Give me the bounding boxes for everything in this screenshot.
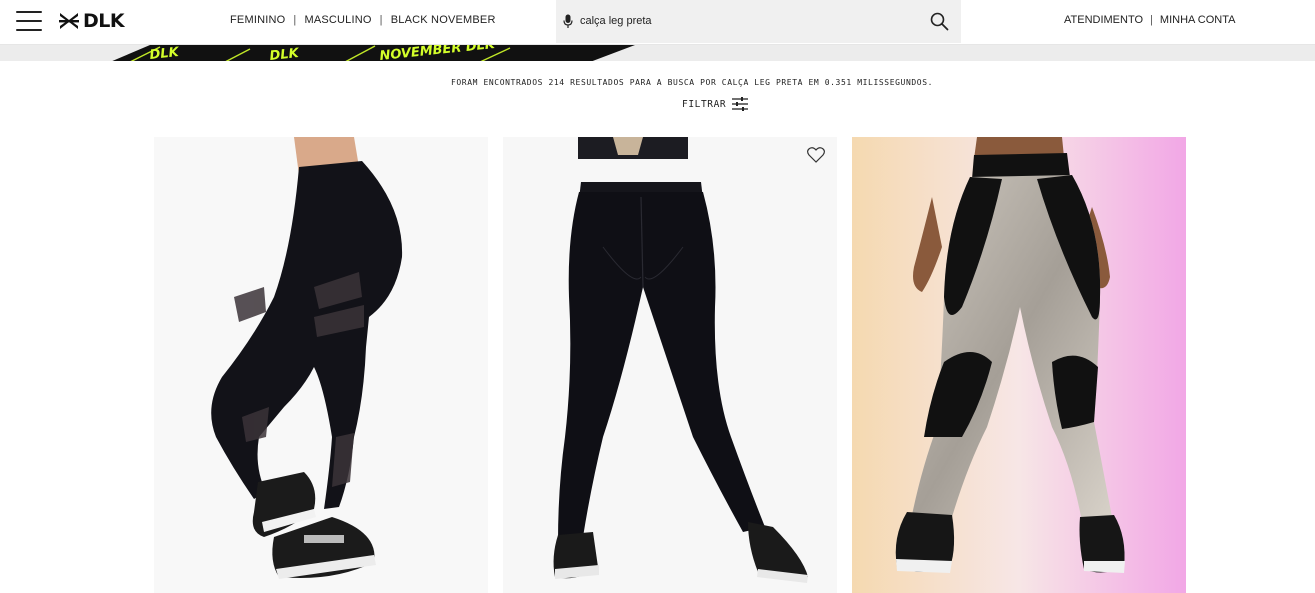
- main-nav: FEMININO | MASCULINO | BLACK NOVEMBER: [230, 14, 496, 26]
- banner-graphic: DLK DLK NOVEMBER DLK: [112, 45, 635, 61]
- product-card[interactable]: [503, 137, 837, 593]
- search-input[interactable]: [580, 12, 920, 30]
- hamburger-menu-icon[interactable]: [16, 11, 42, 33]
- search-bar: [556, 0, 961, 43]
- nav-separator: |: [293, 14, 297, 26]
- sliders-icon: [732, 97, 749, 111]
- account-nav: ATENDIMENTO | MINHA CONTA: [1064, 14, 1235, 26]
- product-card[interactable]: [154, 137, 488, 593]
- minha-conta-link[interactable]: MINHA CONTA: [1160, 14, 1236, 26]
- black-november-banner[interactable]: DLK DLK NOVEMBER DLK: [0, 44, 1315, 61]
- dlk-logo-mark-icon: [59, 13, 79, 29]
- nav-item-masculino[interactable]: MASCULINO: [304, 14, 371, 26]
- atendimento-link[interactable]: ATENDIMENTO: [1064, 14, 1143, 26]
- filter-label: FILTRAR: [682, 98, 727, 110]
- filter-button[interactable]: FILTRAR: [682, 97, 749, 111]
- heart-icon[interactable]: [807, 147, 825, 163]
- microphone-icon[interactable]: [563, 14, 573, 29]
- logo-text: DLK: [83, 9, 125, 32]
- svg-text:DLK: DLK: [269, 46, 300, 61]
- product-card[interactable]: [852, 137, 1186, 593]
- site-header: DLK FEMININO | MASCULINO | BLACK NOVEMBE…: [0, 0, 1315, 44]
- product-image: [154, 137, 488, 593]
- svg-text:DLK: DLK: [149, 45, 180, 61]
- nav-separator: |: [379, 14, 383, 26]
- nav-item-feminino[interactable]: FEMININO: [230, 14, 285, 26]
- product-image: [852, 137, 1186, 593]
- nav-separator: |: [1150, 14, 1153, 26]
- search-icon[interactable]: [930, 12, 949, 31]
- search-results-summary: FORAM ENCONTRADOS 214 RESULTADOS PARA A …: [450, 78, 934, 87]
- dlk-logo[interactable]: DLK: [58, 8, 130, 34]
- nav-item-black-november[interactable]: BLACK NOVEMBER: [391, 14, 496, 26]
- product-image: [503, 137, 837, 593]
